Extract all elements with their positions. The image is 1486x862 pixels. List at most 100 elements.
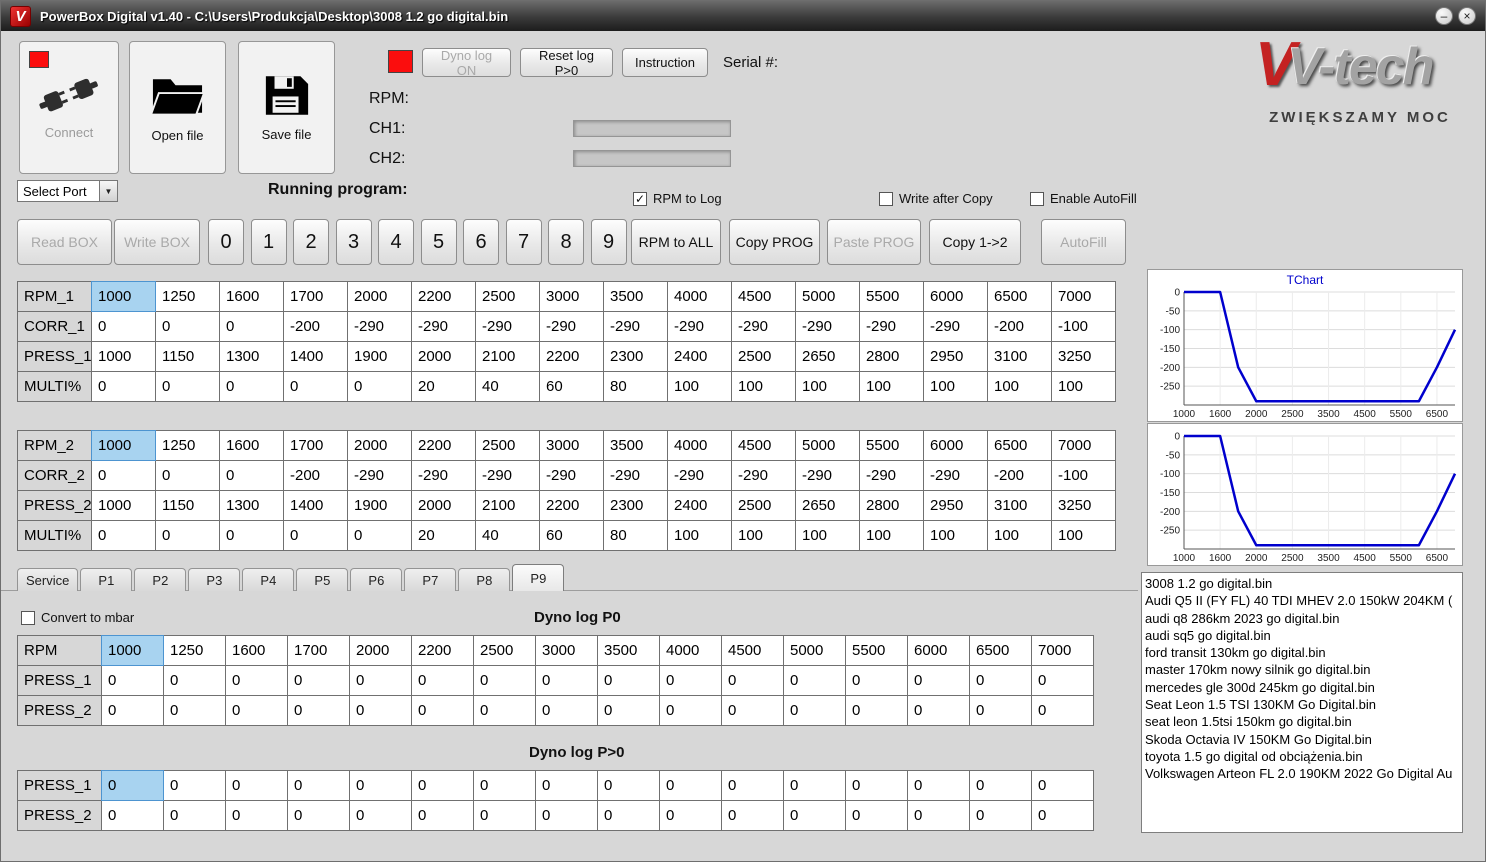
table-cell[interactable]: -200 xyxy=(987,460,1052,491)
table-cell[interactable]: 0 xyxy=(597,695,660,726)
table-cell[interactable]: 5000 xyxy=(783,635,846,666)
table-cell[interactable]: 0 xyxy=(411,695,474,726)
tab-service[interactable]: Service xyxy=(17,568,79,591)
table-cell[interactable]: -200 xyxy=(987,311,1052,342)
table-cell[interactable]: 0 xyxy=(349,665,412,696)
table-cell[interactable]: 0 xyxy=(347,520,412,551)
enable-autofill-checkbox[interactable]: Enable AutoFill xyxy=(1030,191,1137,206)
table-cell[interactable]: -290 xyxy=(411,311,476,342)
table-cell[interactable]: 1250 xyxy=(163,635,226,666)
number-button-2[interactable]: 2 xyxy=(293,219,329,265)
table-cell[interactable]: 0 xyxy=(411,665,474,696)
table-cell[interactable]: 0 xyxy=(283,371,348,402)
title-bar[interactable]: V PowerBox Digital v1.40 - C:\Users\Prod… xyxy=(1,1,1485,31)
table-cell[interactable]: 0 xyxy=(659,770,722,801)
table-cell[interactable]: 0 xyxy=(597,665,660,696)
table-cell[interactable]: 100 xyxy=(1051,371,1116,402)
table-cell[interactable]: 0 xyxy=(473,800,536,831)
table-cell[interactable]: 0 xyxy=(845,665,908,696)
table-cell[interactable]: 5500 xyxy=(859,281,924,312)
table-cell[interactable]: 0 xyxy=(283,520,348,551)
table-cell[interactable]: 2300 xyxy=(603,341,668,372)
table-cell[interactable]: 0 xyxy=(91,460,156,491)
convert-to-mbar-checkbox[interactable]: Convert to mbar xyxy=(21,610,134,625)
table-cell[interactable]: 6000 xyxy=(923,281,988,312)
table-cell[interactable]: 0 xyxy=(101,665,164,696)
table-cell[interactable]: 100 xyxy=(795,520,860,551)
table-cell[interactable]: 3250 xyxy=(1051,341,1116,372)
close-button[interactable]: × xyxy=(1458,7,1476,25)
table-cell[interactable]: 0 xyxy=(1031,770,1094,801)
table-cell[interactable]: 0 xyxy=(347,371,412,402)
table-cell[interactable]: 6000 xyxy=(923,430,988,461)
table-cell[interactable]: 4000 xyxy=(667,430,732,461)
table-cell[interactable]: 2950 xyxy=(923,490,988,521)
table-cell[interactable]: 3500 xyxy=(603,430,668,461)
table-cell[interactable]: 5500 xyxy=(859,430,924,461)
table-cell[interactable]: 0 xyxy=(155,460,220,491)
file-list[interactable]: 3008 1.2 go digital.bin Audi Q5 II (FY FL… xyxy=(1141,572,1463,833)
table-cell[interactable]: 1600 xyxy=(219,430,284,461)
table-cell[interactable]: 0 xyxy=(721,695,784,726)
rpm-to-all-button[interactable]: RPM to ALL xyxy=(631,219,721,265)
port-select[interactable]: Select Port ▼ xyxy=(17,180,118,202)
minimize-button[interactable]: – xyxy=(1435,7,1453,25)
table-cell[interactable]: 2000 xyxy=(347,430,412,461)
table-cell[interactable]: -290 xyxy=(475,311,540,342)
table-cell[interactable]: 0 xyxy=(659,665,722,696)
table-cell[interactable]: 1600 xyxy=(219,281,284,312)
table-cell[interactable]: 0 xyxy=(219,311,284,342)
table-cell[interactable]: 80 xyxy=(603,520,668,551)
table-cell[interactable]: 6500 xyxy=(987,430,1052,461)
table-cell[interactable]: 0 xyxy=(163,665,226,696)
table-cell[interactable]: 2500 xyxy=(473,635,536,666)
table-cell[interactable]: 0 xyxy=(349,800,412,831)
table-cell[interactable]: 2800 xyxy=(859,490,924,521)
table-cell[interactable]: 6000 xyxy=(907,635,970,666)
file-list-item[interactable]: Audi Q5 II (FY FL) 40 TDI MHEV 2.0 150kW… xyxy=(1145,592,1459,609)
autofill-button[interactable]: AutoFill xyxy=(1041,219,1126,265)
read-box-button[interactable]: Read BOX xyxy=(17,219,112,265)
table-cell[interactable]: 0 xyxy=(287,695,350,726)
table-cell[interactable]: 40 xyxy=(475,371,540,402)
chevron-down-icon[interactable]: ▼ xyxy=(99,181,117,201)
table-cell[interactable]: 2500 xyxy=(475,281,540,312)
table-cell[interactable]: 1700 xyxy=(287,635,350,666)
table-cell[interactable]: 2500 xyxy=(731,490,796,521)
open-file-button[interactable]: Open file xyxy=(129,41,226,174)
table-cell[interactable]: 1400 xyxy=(283,341,348,372)
table-cell[interactable]: 3000 xyxy=(539,430,604,461)
table-cell[interactable]: 7000 xyxy=(1031,635,1094,666)
table-cell[interactable]: 0 xyxy=(91,311,156,342)
number-button-5[interactable]: 5 xyxy=(420,219,457,265)
file-list-item[interactable]: Volkswagen Arteon FL 2.0 190KM 2022 Go D… xyxy=(1145,765,1459,782)
table-cell[interactable]: 4000 xyxy=(659,635,722,666)
table-cell[interactable]: 0 xyxy=(163,695,226,726)
table-cell[interactable]: 0 xyxy=(845,770,908,801)
file-list-item[interactable]: master 170km nowy silnik go digital.bin xyxy=(1145,661,1459,678)
table-cell[interactable]: 0 xyxy=(1031,665,1094,696)
table-cell[interactable]: 0 xyxy=(597,800,660,831)
table-cell[interactable]: 0 xyxy=(721,665,784,696)
table-cell[interactable]: 0 xyxy=(225,695,288,726)
table-cell[interactable]: 100 xyxy=(731,371,796,402)
table-cell[interactable]: 100 xyxy=(731,520,796,551)
table-cell[interactable]: -100 xyxy=(1051,311,1116,342)
table-cell[interactable]: 100 xyxy=(859,371,924,402)
number-button-7[interactable]: 7 xyxy=(505,219,542,265)
table-cell[interactable]: -290 xyxy=(667,460,732,491)
table-cell[interactable]: 100 xyxy=(923,371,988,402)
number-button-0[interactable]: 0 xyxy=(208,219,244,265)
tab-p9[interactable]: P9 xyxy=(512,564,565,591)
tab-p8[interactable]: P8 xyxy=(458,568,511,591)
table-cell[interactable]: 5500 xyxy=(845,635,908,666)
table-cell[interactable]: 0 xyxy=(783,770,846,801)
save-file-button[interactable]: Save file xyxy=(238,41,335,174)
table-cell[interactable]: 2400 xyxy=(667,341,732,372)
table-cell[interactable]: 3100 xyxy=(987,490,1052,521)
table-cell[interactable]: 3500 xyxy=(603,281,668,312)
table-cell[interactable]: 100 xyxy=(859,520,924,551)
table-cell[interactable]: 0 xyxy=(535,800,598,831)
table-cell[interactable]: 60 xyxy=(539,371,604,402)
copy-prog-button[interactable]: Copy PROG xyxy=(729,219,820,265)
